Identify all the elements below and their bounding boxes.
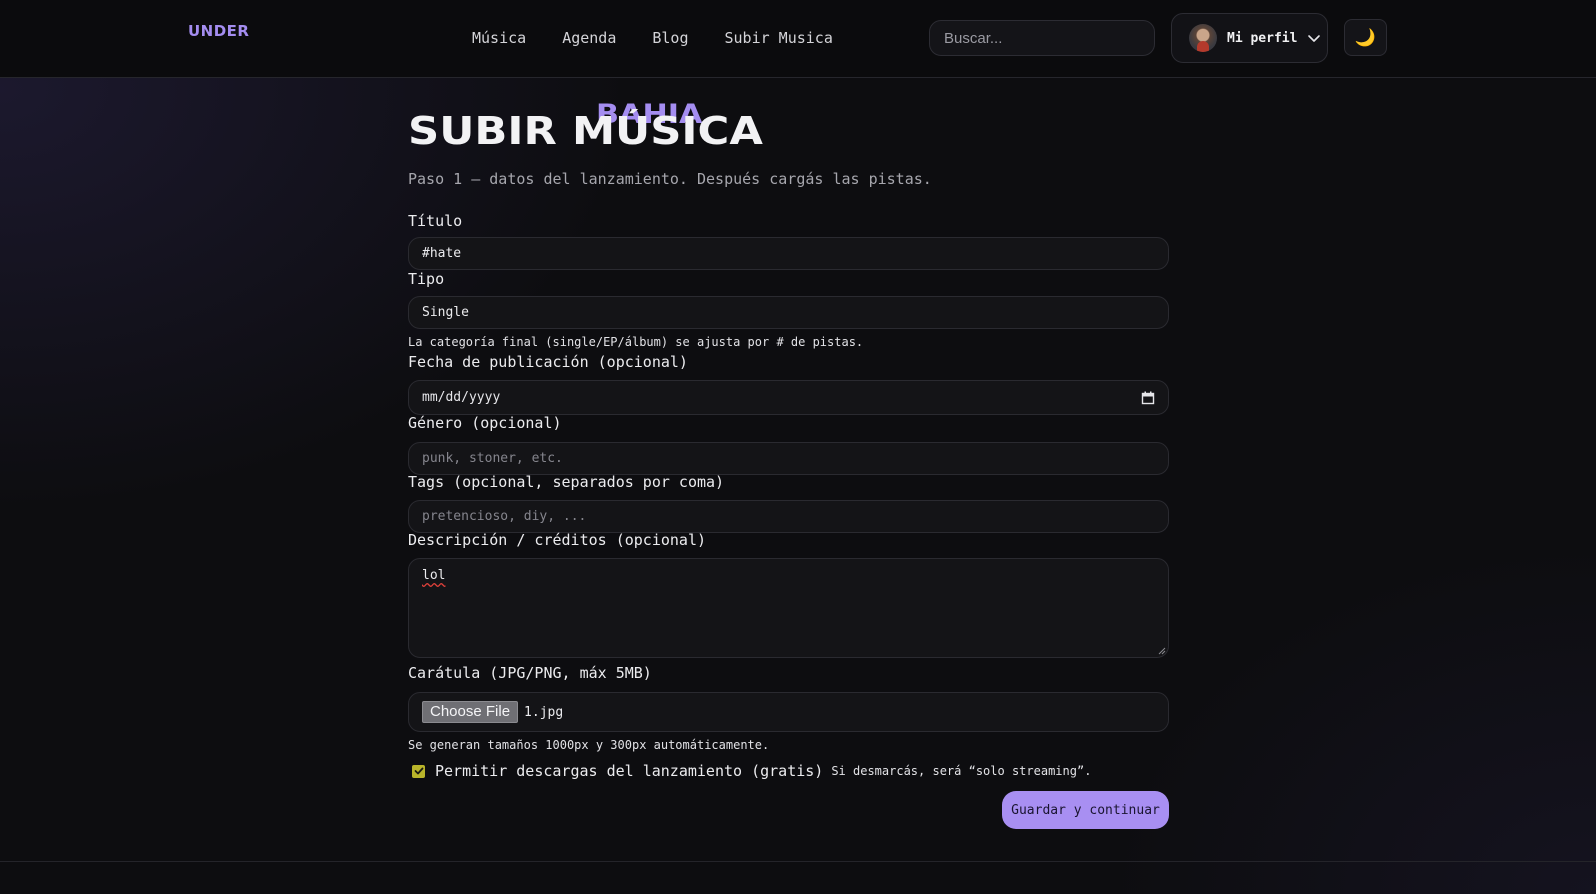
guardar-continuar-button[interactable]: Guardar y continuar xyxy=(1002,791,1169,829)
nav-link-musica[interactable]: Música xyxy=(472,26,526,50)
nav-link-blog[interactable]: Blog xyxy=(652,26,688,50)
choose-file-button[interactable]: Choose File xyxy=(422,701,519,723)
checkmark-icon xyxy=(414,767,423,775)
tipo-label: Tipo xyxy=(408,270,445,288)
genero-label: Género (opcional) xyxy=(408,414,562,432)
footer-divider xyxy=(0,861,1596,862)
tipo-help-text: La categoría final (single/EP/álbum) se … xyxy=(408,335,864,349)
caratula-help-text: Se generan tamaños 1000px y 300px automá… xyxy=(408,738,770,752)
descargas-help-text: Si desmarcás, será “solo streaming”. xyxy=(831,764,1092,778)
tags-input[interactable] xyxy=(408,500,1169,533)
fecha-label: Fecha de publicación (opcional) xyxy=(408,353,688,371)
descripcion-value: lol xyxy=(422,568,446,583)
descripcion-label: Descripción / créditos (opcional) xyxy=(408,531,707,549)
search-input[interactable] xyxy=(929,20,1155,56)
descargas-row: Permitir descargas del lanzamiento (grat… xyxy=(412,762,1091,780)
caratula-file-input[interactable]: Choose File 1.jpg xyxy=(408,692,1169,732)
descargas-checkbox[interactable] xyxy=(412,764,425,778)
genero-input[interactable] xyxy=(408,442,1169,475)
titulo-label: Título xyxy=(408,212,463,230)
logo-superscript-text: UNDER xyxy=(188,22,250,40)
tipo-select[interactable]: Single xyxy=(408,296,1169,329)
resize-grip-icon[interactable] xyxy=(1158,647,1166,655)
profile-label: Mi perfil xyxy=(1227,30,1298,46)
fecha-value: mm/dd/yyyy xyxy=(422,390,501,405)
theme-toggle-button[interactable]: 🌙 xyxy=(1344,19,1387,56)
page-title: SUBIR MÚSICA xyxy=(408,109,763,153)
moon-icon: 🌙 xyxy=(1354,27,1377,48)
nav-link-agenda[interactable]: Agenda xyxy=(562,26,616,50)
selected-file-name: 1.jpg xyxy=(524,704,564,720)
chevron-down-icon xyxy=(1308,35,1321,42)
tipo-selected-value: Single xyxy=(422,305,469,320)
top-navbar: BAHIA UNDER Música Agenda Blog Subir Mus… xyxy=(0,0,1596,130)
main-nav: Música Agenda Blog Subir Musica xyxy=(472,26,869,50)
titulo-input[interactable] xyxy=(408,237,1169,270)
profile-menu-button[interactable]: Mi perfil xyxy=(1171,13,1328,63)
page-subtitle: Paso 1 — datos del lanzamiento. Después … xyxy=(408,170,932,188)
avatar xyxy=(1189,24,1217,52)
nav-link-subir-musica[interactable]: Subir Musica xyxy=(725,26,833,50)
tags-label: Tags (opcional, separados por coma) xyxy=(408,473,725,491)
descripcion-textarea[interactable]: lol xyxy=(408,558,1169,658)
site-logo[interactable]: BAHIA UNDER xyxy=(188,18,702,130)
descargas-label[interactable]: Permitir descargas del lanzamiento (grat… xyxy=(435,762,823,780)
fecha-date-input[interactable]: mm/dd/yyyy xyxy=(408,380,1169,415)
calendar-icon[interactable] xyxy=(1141,391,1155,405)
caratula-label: Carátula (JPG/PNG, máx 5MB) xyxy=(408,664,652,682)
